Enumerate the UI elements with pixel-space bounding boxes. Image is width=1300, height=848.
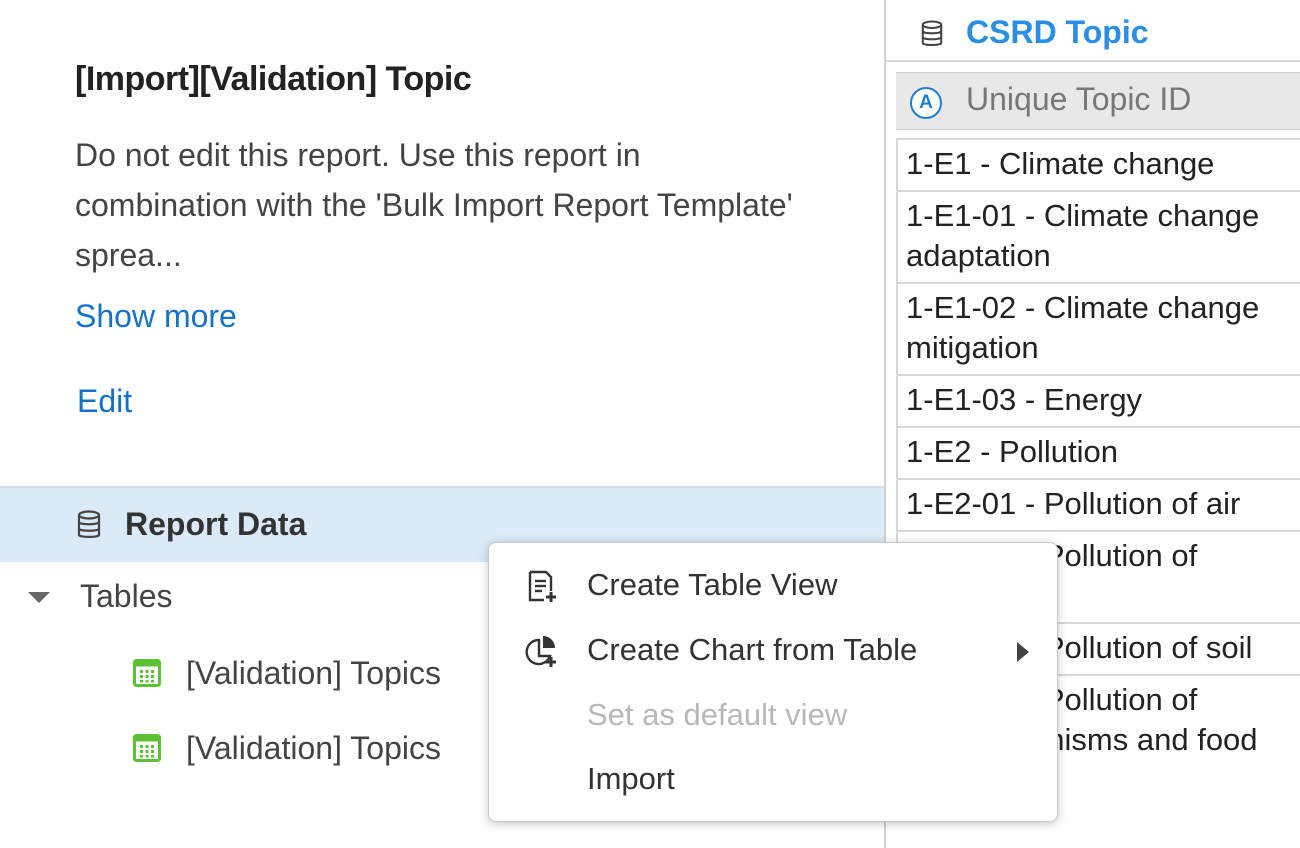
preview-title[interactable]: CSRD Topic [966,14,1149,51]
menu-item-import[interactable]: Import [489,749,1059,809]
create-chart-icon [525,636,556,667]
edit-link[interactable]: Edit [77,383,132,420]
database-icon [77,510,101,538]
tree-item-table[interactable]: [Validation] Topics [133,655,533,695]
preview-header: CSRD Topic [886,0,1300,62]
table-item-label: [Validation] Topics [186,730,441,766]
menu-item-label: Create Chart from Table [587,632,918,667]
menu-item-create-table-view[interactable]: Create Table View [489,555,1059,615]
menu-item-label: Set as default view [587,697,848,732]
report-title: [Import][Validation] Topic [75,60,472,98]
submenu-arrow-icon [1017,642,1029,662]
tree-item-tables[interactable]: Tables [80,578,173,615]
create-table-view-icon [528,570,556,602]
show-more-link[interactable]: Show more [75,298,237,335]
tables-collapse-toggle-icon[interactable] [28,592,50,603]
table-row: 1-E1-01 - Climate change adaptation [898,190,1300,282]
table-icon [133,734,161,762]
table-row: 1-E1-03 - Energy [898,374,1300,426]
report-data-label: Report Data [125,506,307,542]
column-header-label: Unique Topic ID [966,81,1192,117]
context-menu: Create Table View Create Chart from Tabl… [488,542,1058,822]
table-row: 1-E2 - Pollution [898,426,1300,478]
tree-item-table[interactable]: [Validation] Topics [133,730,533,770]
database-icon [921,20,943,46]
menu-item-label: Create Table View [587,567,838,602]
menu-item-label: Import [587,761,675,796]
table-row: 1-E1-02 - Climate change mitigation [898,282,1300,374]
attribute-badge-icon: A [910,87,942,119]
table-icon [133,659,161,687]
column-header[interactable]: A Unique Topic ID [896,72,1300,130]
menu-item-set-as-default-view[interactable]: Set as default view [489,685,1059,745]
report-description: Do not edit this report. Use this report… [75,137,793,273]
table-row: 1-E2-01 - Pollution of air [898,478,1300,530]
table-row: 1-E1 - Climate change [898,138,1300,190]
menu-item-create-chart-from-table[interactable]: Create Chart from Table [489,620,1059,680]
table-item-label: [Validation] Topics [186,655,441,691]
